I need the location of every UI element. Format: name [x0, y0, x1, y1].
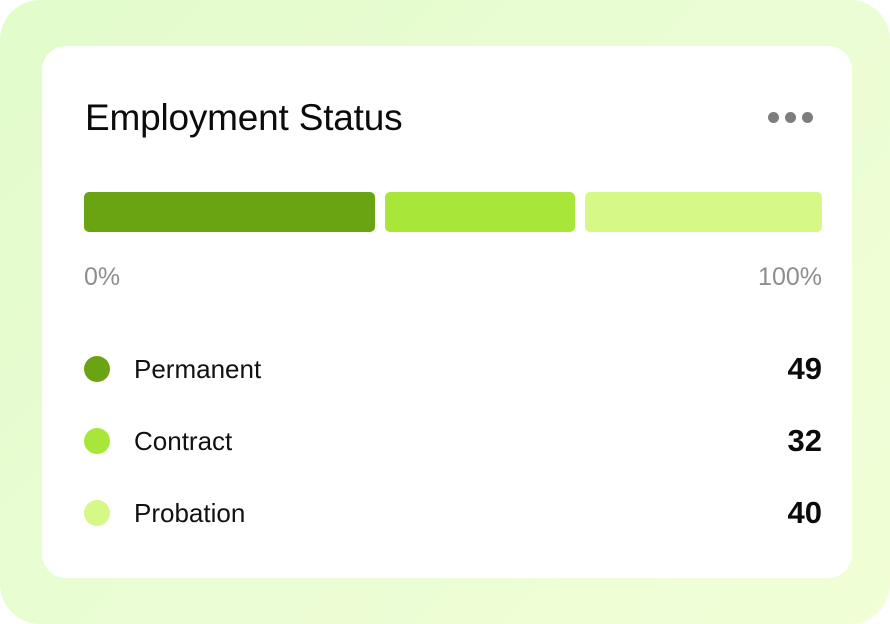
permanent-dot-icon [84, 356, 110, 382]
scale-min-label: 0% [84, 263, 121, 291]
legend-label: Probation [134, 497, 246, 528]
probation-dot-icon [84, 500, 110, 526]
scale-max-label: 100% [758, 263, 822, 291]
more-dot-icon [801, 111, 813, 123]
contract-dot-icon [84, 428, 110, 454]
bar-segment-probation [584, 192, 822, 232]
legend-label: Permanent [134, 353, 262, 384]
legend-value: 40 [787, 495, 822, 530]
card-title: Employment Status [85, 97, 403, 138]
more-dot-icon [767, 111, 779, 123]
bar-segment-permanent [84, 192, 375, 232]
stacked-progress-bar [84, 192, 822, 232]
more-dot-icon [784, 111, 796, 123]
legend-value: 49 [787, 351, 822, 386]
more-options-button[interactable] [762, 106, 818, 128]
bar-segment-contract [384, 192, 575, 232]
legend-item-contract: Contract 32 [84, 420, 822, 492]
legend-value: 32 [787, 423, 822, 458]
legend-item-probation: Probation 40 [84, 492, 822, 564]
legend-label: Contract [134, 425, 233, 456]
legend-item-permanent: Permanent 49 [84, 348, 822, 420]
employment-status-card: Employment Status 0% 100% Permanent 49 C… [42, 46, 852, 578]
dashboard-background: Employment Status 0% 100% Permanent 49 C… [0, 0, 890, 624]
legend-list: Permanent 49 Contract 32 Probation 40 [84, 348, 822, 564]
